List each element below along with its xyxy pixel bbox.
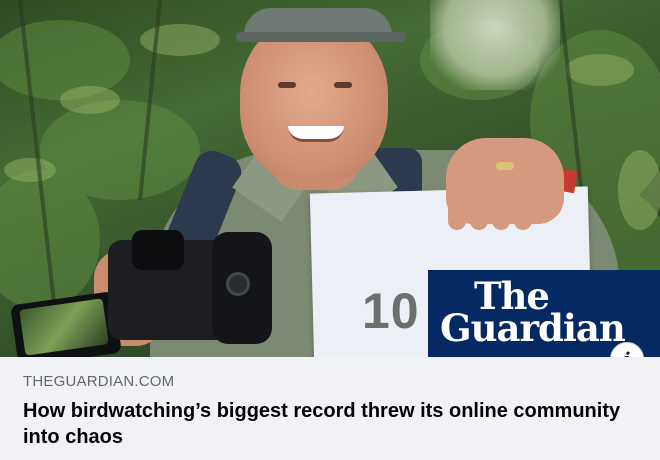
guardian-logo-guardian: Guardian: [440, 306, 626, 350]
finger: [470, 190, 488, 230]
sign-number: 10: [362, 283, 420, 339]
cap-brim: [236, 32, 406, 42]
article-headline[interactable]: How birdwatching’s biggest record threw …: [23, 398, 623, 450]
finger: [514, 190, 532, 230]
eye: [334, 82, 352, 88]
link-preview-card[interactable]: 10 The Guardian i THEGUARDIAN.COM How bi…: [0, 0, 660, 460]
sky-patch: [430, 0, 560, 90]
article-thumbnail[interactable]: 10 The Guardian: [0, 0, 660, 357]
source-domain: THEGUARDIAN.COM: [23, 373, 175, 390]
finger: [448, 190, 466, 230]
eye: [278, 82, 296, 88]
person-face: [240, 18, 388, 183]
finger: [492, 190, 510, 230]
camera-viewfinder: [132, 230, 184, 270]
ring: [496, 162, 514, 170]
smile: [288, 126, 344, 142]
camera-dial: [226, 272, 250, 296]
